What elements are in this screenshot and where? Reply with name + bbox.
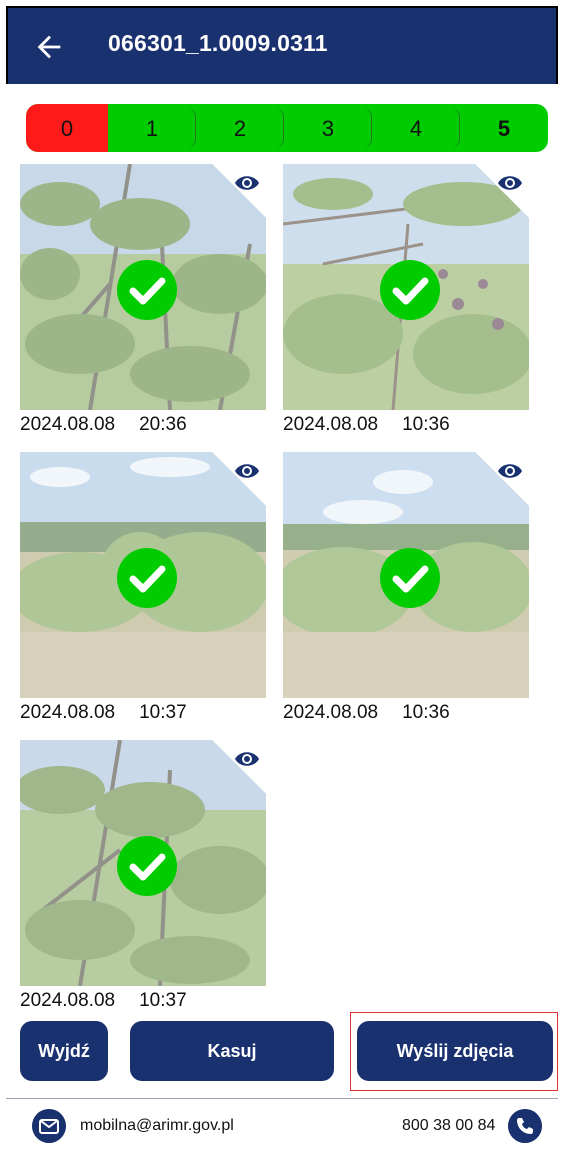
photo-thumbnail[interactable] [283,164,529,410]
eye-icon[interactable] [497,173,523,193]
eye-icon[interactable] [497,461,523,481]
photo-thumbnail[interactable] [283,452,529,698]
photo-timestamp: 2024.08.08 10:36 [283,414,529,440]
delete-button[interactable]: Kasuj [130,1021,334,1081]
tab-1[interactable]: 1 [108,104,196,152]
tab-3[interactable]: 3 [284,104,372,152]
photo-thumbnail[interactable] [20,740,266,986]
eye-icon[interactable] [234,749,260,769]
photo-card: 2024.08.08 10:37 [20,740,266,1016]
photo-time: 10:36 [402,702,450,723]
photo-card: 2024.08.08 10:37 [20,452,266,728]
tab-5[interactable]: 5 [460,104,548,152]
photo-date: 2024.08.08 [20,702,116,723]
page-title: 066301_1.0009.0311 [108,30,328,56]
contact-email[interactable]: mobilna@arimr.gov.pl [80,1117,234,1135]
photo-timestamp: 2024.08.08 20:36 [20,414,266,440]
photo-time: 20:36 [139,414,187,435]
tab-2[interactable]: 2 [196,104,284,152]
tab-0[interactable]: 0 [26,104,108,152]
photo-time: 10:37 [139,702,187,723]
tab-4[interactable]: 4 [372,104,460,152]
arrow-left-icon[interactable] [32,30,66,64]
checkmark-icon [380,260,440,320]
photo-date: 2024.08.08 [283,414,379,435]
exit-button[interactable]: Wyjdź [20,1021,108,1081]
contact-footer: mobilna@arimr.gov.pl 800 38 00 84 [6,1098,558,1150]
eye-icon[interactable] [234,461,260,481]
checkmark-icon [380,548,440,608]
focus-highlight [350,1012,558,1091]
photo-timestamp: 2024.08.08 10:36 [283,702,529,728]
photo-time: 10:36 [402,414,450,435]
photo-date: 2024.08.08 [20,414,116,435]
photo-card: 2024.08.08 10:36 [283,452,529,728]
photo-thumbnail[interactable] [20,452,266,698]
mail-icon[interactable] [32,1109,66,1143]
checkmark-icon [117,548,177,608]
photo-date: 2024.08.08 [20,990,116,1011]
photo-timestamp: 2024.08.08 10:37 [20,702,266,728]
photo-time: 10:37 [139,990,187,1011]
photo-date: 2024.08.08 [283,702,379,723]
photo-card: 2024.08.08 20:36 [20,164,266,440]
category-tabs: 0 1 2 3 4 5 [26,104,548,152]
checkmark-icon [117,836,177,896]
photo-thumbnail[interactable] [20,164,266,410]
eye-icon[interactable] [234,173,260,193]
photo-timestamp: 2024.08.08 10:37 [20,990,266,1016]
contact-phone[interactable]: 800 38 00 84 [402,1117,495,1135]
phone-icon[interactable] [508,1109,542,1143]
checkmark-icon [117,260,177,320]
photo-card: 2024.08.08 10:36 [283,164,529,440]
app-bar: 066301_1.0009.0311 [6,6,558,84]
